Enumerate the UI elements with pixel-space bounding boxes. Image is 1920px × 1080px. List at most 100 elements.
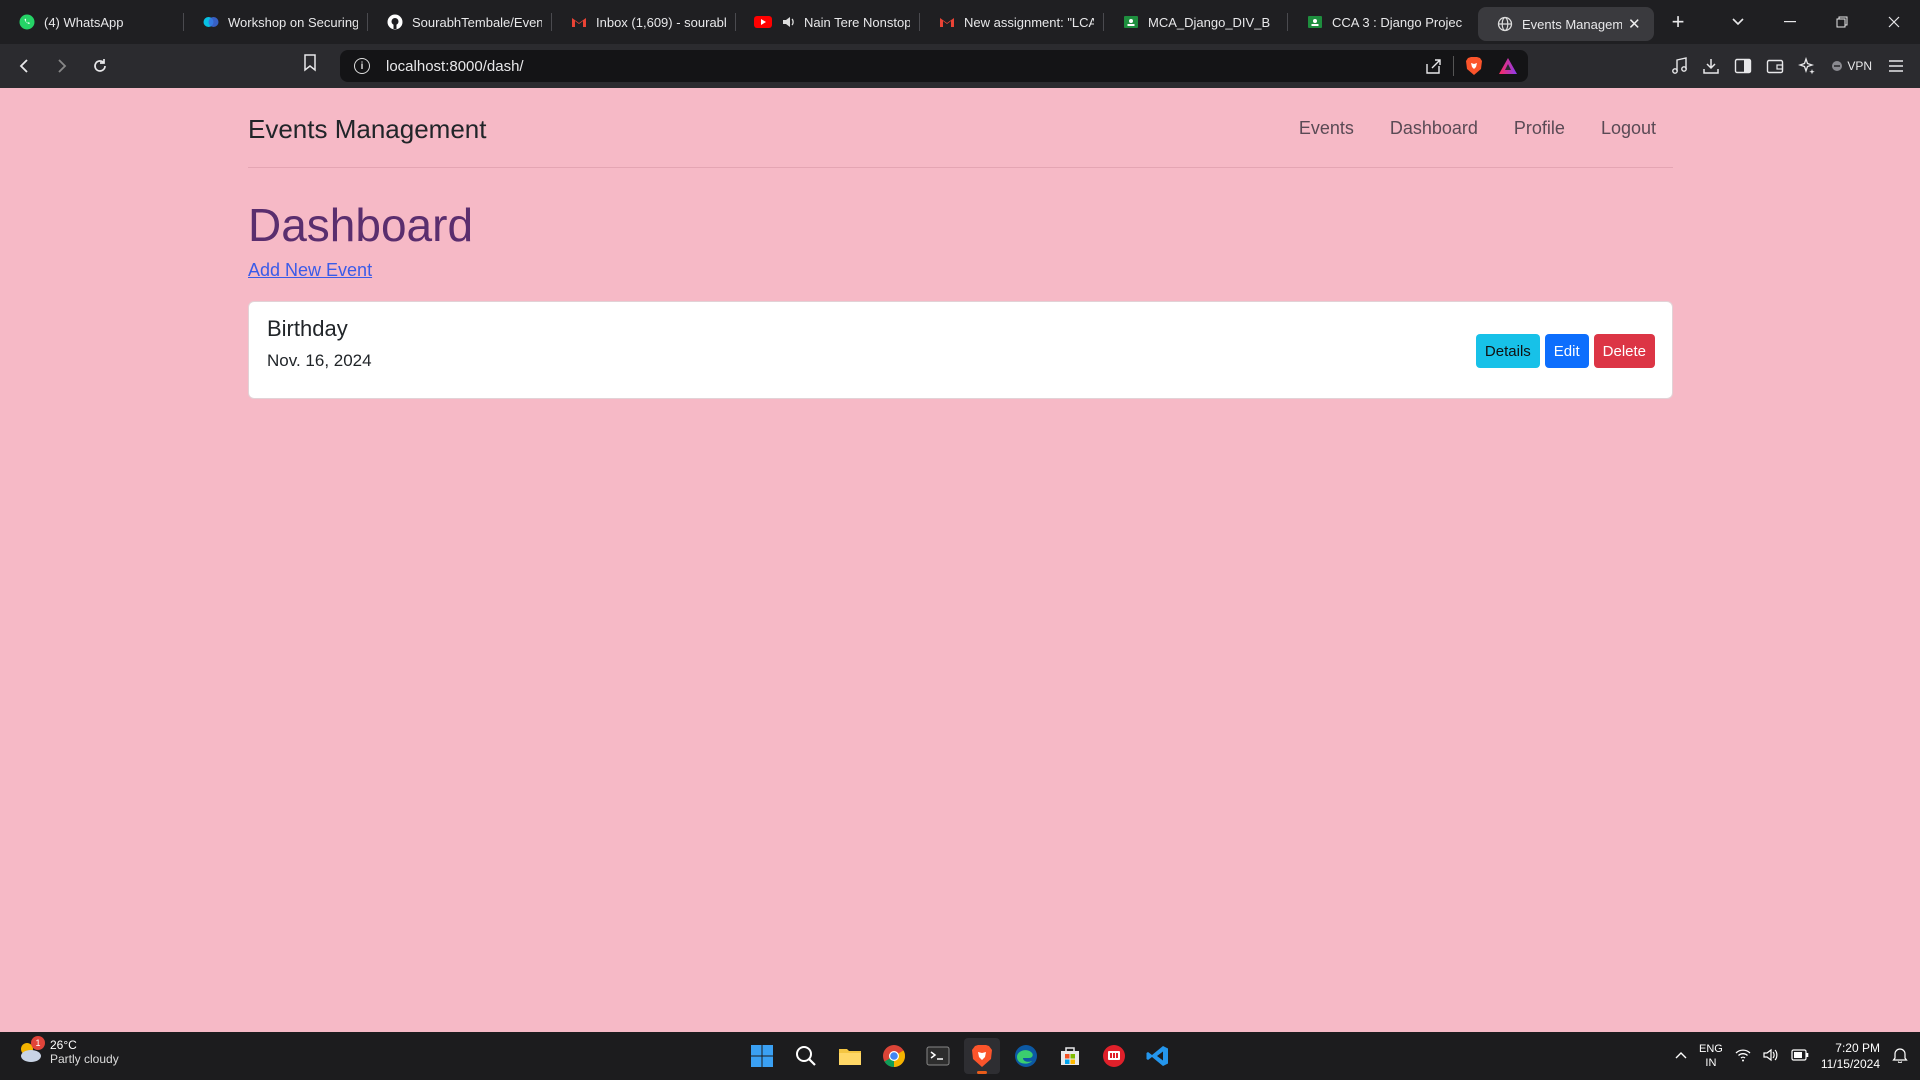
- vpn-button[interactable]: VPN: [1823, 59, 1880, 73]
- language-code: ENG: [1698, 1043, 1723, 1055]
- partly-cloudy-icon: 1: [16, 1036, 45, 1066]
- system-tray: ENG IN 7:20 PM 11/15/2024: [1675, 1038, 1908, 1074]
- new-tab-button[interactable]: +: [1658, 9, 1698, 35]
- tab-title: Events Manageme: [1522, 16, 1622, 32]
- tab-gmail-inbox[interactable]: Inbox (1,609) - sourabl: [552, 0, 736, 44]
- terminal-icon[interactable]: [920, 1038, 956, 1074]
- tab-youtube[interactable]: Nain Tere Nonstop: [736, 0, 920, 44]
- region-code: IN: [1705, 1057, 1717, 1069]
- tab-title: Inbox (1,609) - sourabl: [596, 14, 726, 30]
- download-icon[interactable]: [1695, 50, 1727, 82]
- gmail-icon: [938, 13, 956, 31]
- vpn-status-icon: [1832, 61, 1843, 71]
- site-navbar: Events Management Events Dashboard Profi…: [248, 88, 1673, 168]
- leo-ai-icon[interactable]: [1791, 50, 1823, 82]
- wifi-icon[interactable]: [1735, 1048, 1751, 1065]
- tab-title: SourabhTembale/Even: [412, 14, 542, 30]
- edge-icon[interactable]: [1008, 1038, 1044, 1074]
- event-date: Nov. 16, 2024: [267, 351, 372, 370]
- edit-button[interactable]: Edit: [1544, 334, 1589, 368]
- close-tab-icon[interactable]: ✕: [1628, 15, 1644, 33]
- nav-links: Events Dashboard Profile Logout: [1299, 118, 1656, 139]
- reload-icon[interactable]: [84, 50, 116, 82]
- clock[interactable]: 7:20 PM 11/15/2024: [1821, 1040, 1880, 1072]
- brave-shields-icon[interactable]: [1460, 52, 1488, 80]
- chrome-icon[interactable]: [876, 1038, 912, 1074]
- media-icon[interactable]: [1663, 50, 1695, 82]
- webex-icon: [202, 13, 220, 31]
- chevron-up-icon[interactable]: [1675, 1050, 1687, 1062]
- address-bar[interactable]: i localhost:8000/dash/: [340, 50, 1528, 82]
- menu-icon[interactable]: [1880, 50, 1912, 82]
- nav-link-dashboard[interactable]: Dashboard: [1390, 118, 1478, 139]
- tab-title: Nain Tere Nonstop: [804, 14, 910, 30]
- site-brand[interactable]: Events Management: [248, 114, 486, 145]
- tab-classroom-cca[interactable]: CCA 3 : Django Projec: [1288, 0, 1472, 44]
- weather-condition: Partly cloudy: [50, 1052, 119, 1066]
- tab-title: MCA_Django_DIV_B: [1148, 14, 1271, 30]
- tab-github[interactable]: SourabhTembale/Even: [368, 0, 552, 44]
- back-icon[interactable]: [8, 50, 40, 82]
- github-icon: [386, 13, 404, 31]
- event-actions: Details Edit Delete: [1475, 334, 1655, 368]
- vscode-icon[interactable]: [1140, 1038, 1176, 1074]
- share-icon[interactable]: [1419, 52, 1447, 80]
- url-text[interactable]: localhost:8000/dash/: [386, 58, 1419, 75]
- anydesk-icon[interactable]: [1096, 1038, 1132, 1074]
- weather-widget[interactable]: 1 26°C Partly cloudy: [16, 1036, 119, 1066]
- bookmark-icon[interactable]: [303, 54, 317, 77]
- speaker-icon[interactable]: [780, 13, 798, 31]
- tab-search-chevron-icon[interactable]: [1712, 0, 1764, 44]
- file-explorer-icon[interactable]: [832, 1038, 868, 1074]
- tab-gmail-assignment[interactable]: New assignment: "LCA: [920, 0, 1104, 44]
- tab-whatsapp[interactable]: (4) WhatsApp: [0, 0, 184, 44]
- clock-time: 7:20 PM: [1835, 1041, 1880, 1055]
- brave-browser-icon[interactable]: [964, 1038, 1000, 1074]
- tab-title: Workshop on Securing: [228, 14, 358, 30]
- volume-icon[interactable]: [1763, 1048, 1779, 1065]
- windows-start-icon[interactable]: [744, 1038, 780, 1074]
- notification-icon[interactable]: [1892, 1047, 1908, 1066]
- browser-toolbar: i localhost:8000/dash/ VPN: [0, 44, 1920, 88]
- gmail-icon: [570, 13, 588, 31]
- nav-link-profile[interactable]: Profile: [1514, 118, 1565, 139]
- classroom-icon: [1122, 13, 1140, 31]
- taskbar-apps: [744, 1038, 1176, 1074]
- minimize-icon[interactable]: [1764, 0, 1816, 44]
- event-title: Birthday: [267, 316, 348, 341]
- tab-title: New assignment: "LCA: [964, 14, 1094, 30]
- details-button[interactable]: Details: [1475, 334, 1540, 368]
- vpn-label: VPN: [1847, 59, 1872, 73]
- add-new-event-link[interactable]: Add New Event: [248, 260, 372, 281]
- windows-taskbar: 1 26°C Partly cloudy ENG IN 7:20 PM 11/1…: [0, 1032, 1920, 1080]
- site-info-icon[interactable]: i: [354, 58, 370, 74]
- browser-tab-bar: (4) WhatsApp Workshop on Securing Sourab…: [0, 0, 1920, 44]
- weather-badge: 1: [31, 1036, 45, 1050]
- event-card: Birthday Nov. 16, 2024 Details Edit Dele…: [248, 301, 1673, 399]
- tab-classroom-mca[interactable]: MCA_Django_DIV_B: [1104, 0, 1288, 44]
- classroom-icon: [1306, 13, 1324, 31]
- sidebar-icon[interactable]: [1727, 50, 1759, 82]
- tab-title: (4) WhatsApp: [44, 14, 124, 30]
- brave-rewards-icon[interactable]: [1494, 52, 1522, 80]
- restore-icon[interactable]: [1816, 0, 1868, 44]
- forward-icon[interactable]: [46, 50, 78, 82]
- nav-link-events[interactable]: Events: [1299, 118, 1354, 139]
- delete-button[interactable]: Delete: [1593, 334, 1655, 368]
- weather-temp: 26°C: [50, 1038, 77, 1052]
- search-icon[interactable]: [788, 1038, 824, 1074]
- tab-events-management[interactable]: Events Manageme ✕: [1478, 7, 1654, 41]
- tab-webex[interactable]: Workshop on Securing: [184, 0, 368, 44]
- close-window-icon[interactable]: [1868, 0, 1920, 44]
- microsoft-store-icon[interactable]: [1052, 1038, 1088, 1074]
- youtube-icon: [754, 13, 772, 31]
- tab-title: CCA 3 : Django Projec: [1332, 14, 1462, 30]
- page-content: Events Management Events Dashboard Profi…: [0, 88, 1920, 1032]
- battery-icon[interactable]: [1791, 1048, 1809, 1064]
- globe-icon: [1496, 15, 1514, 33]
- page-title: Dashboard: [248, 199, 474, 251]
- wallet-icon[interactable]: [1759, 50, 1791, 82]
- language-indicator[interactable]: ENG IN: [1699, 1042, 1723, 1070]
- whatsapp-icon: [18, 13, 36, 31]
- nav-link-logout[interactable]: Logout: [1601, 118, 1656, 139]
